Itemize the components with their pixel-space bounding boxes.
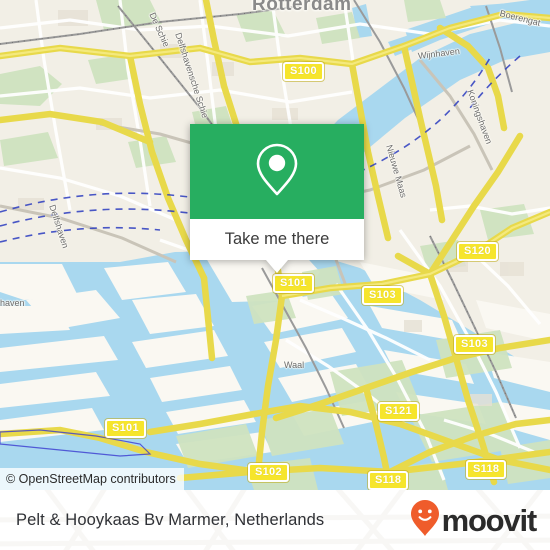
map-label-waal: Waal <box>284 360 305 370</box>
moovit-pin-smiley-icon <box>410 499 440 542</box>
road-shield-s118-centre[interactable]: S118 <box>368 471 409 490</box>
callout-action-area[interactable]: Take me there <box>190 219 364 260</box>
road-shield-s101-centre[interactable]: S101 <box>273 274 314 293</box>
map-screen: Rotterdam Boerengat Wijnhaven Koningshav… <box>0 0 550 550</box>
footer-content-row: Pelt & Hooykaas Bv Marmer, Netherlands m… <box>0 490 550 550</box>
road-shield-s103-east[interactable]: S103 <box>454 335 495 354</box>
road-shield-s120[interactable]: S120 <box>457 242 498 261</box>
map-canvas[interactable]: Rotterdam Boerengat Wijnhaven Koningshav… <box>0 0 550 490</box>
road-shield-s102[interactable]: S102 <box>248 463 289 482</box>
take-me-there-callout[interactable]: Take me there <box>190 124 364 273</box>
road-shield-s121[interactable]: S121 <box>378 402 419 421</box>
map-label-haven: haven <box>0 298 25 308</box>
callout-pin-area <box>190 124 364 219</box>
moovit-brand[interactable]: moovit <box>410 499 538 542</box>
callout-tail <box>266 260 288 273</box>
footer-bar: Pelt & Hooykaas Bv Marmer, Netherlands m… <box>0 490 550 550</box>
map-pin-icon <box>254 141 300 202</box>
road-shield-s118-east[interactable]: S118 <box>466 460 507 479</box>
road-shield-s101-west[interactable]: S101 <box>105 419 146 438</box>
take-me-there-label: Take me there <box>224 230 330 248</box>
map-attribution[interactable]: © OpenStreetMap contributors <box>0 468 184 490</box>
road-shield-s103-centre[interactable]: S103 <box>362 286 403 305</box>
map-label-city: Rotterdam <box>252 0 352 15</box>
moovit-wordmark: moovit <box>441 502 538 538</box>
place-title: Pelt & Hooykaas Bv Marmer, Netherlands <box>16 510 325 529</box>
road-shield-s100[interactable]: S100 <box>283 62 324 81</box>
